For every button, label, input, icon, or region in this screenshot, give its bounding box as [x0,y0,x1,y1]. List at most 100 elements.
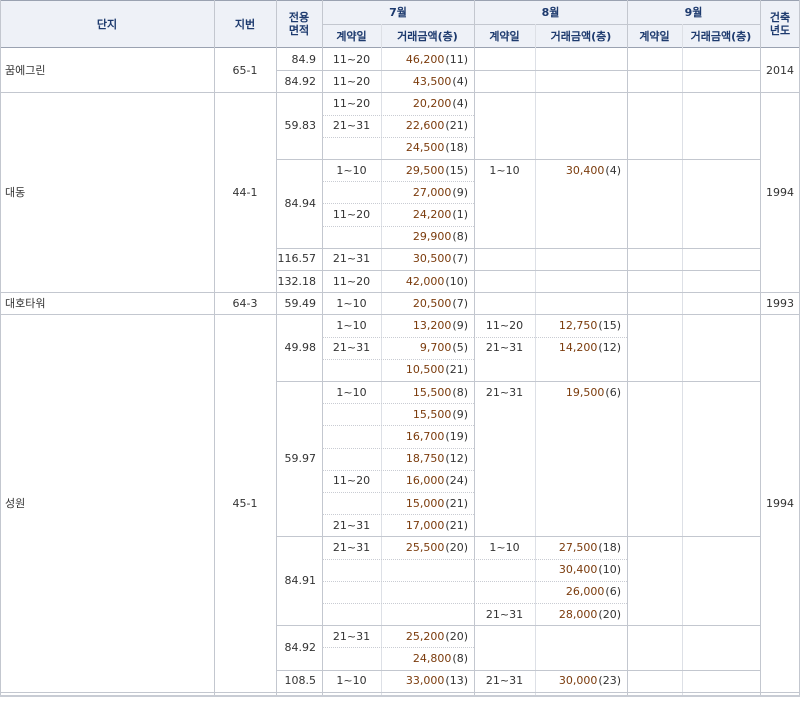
grid-line [276,669,760,671]
trade-amount: 27,000 [412,185,452,199]
trade-floor: (23) [598,674,621,688]
grid-line [276,536,760,538]
jul-price: 15,500 (9) [381,403,474,425]
trade-amount: 42,000 [405,274,445,288]
exclusive-area: 84.94 [284,196,317,210]
trade-amount: 24,800 [412,651,452,665]
trade-amount: 14,200 [558,341,598,355]
trade-floor: (9) [452,185,468,199]
jul-contract-date: 11~20 [332,274,371,288]
trade-floor: (10) [445,274,468,288]
trade-amount: 27,500 [558,540,598,554]
header-built: 건축 년도 [760,0,800,48]
header-aug-price: 거래금액(층) [535,24,627,48]
complex-built-year: 1994 [766,496,794,510]
jul-price: 27,000 (9) [381,181,474,203]
jul-contract-date: 1~10 [336,163,367,177]
complex-name: 대동 [5,185,26,199]
trade-floor: (24) [445,474,468,488]
trade-amount: 43,500 [412,74,452,88]
grid-line [0,292,800,294]
jul-price: 29,500 (15) [381,159,474,181]
table-bottom-border [0,695,800,697]
trade-floor: (4) [452,96,468,110]
jul-contract-date: 11~20 [332,52,371,66]
grid-line [760,0,761,695]
header-aug-contract: 계약일 [474,24,535,48]
grid-line [214,0,215,695]
jul-price: 17,000 (21) [381,514,474,536]
jul-contract-date: 21~31 [332,252,371,266]
jul-price: 16,700 (19) [381,425,474,447]
complex-built-year: 2014 [766,63,794,77]
exclusive-area: 59.97 [284,452,317,466]
trade-floor: (6) [605,585,621,599]
header-jul-price: 거래금액(층) [381,24,474,48]
complex-built-year: 1994 [766,185,794,199]
grid-line [322,447,474,449]
complex-name: 꿈에그린 [5,63,46,77]
trade-amount: 17,000 [405,518,445,532]
trade-amount: 30,400 [558,563,598,577]
aug-contract-date: 1~10 [489,163,520,177]
aug-contract-date: 1~10 [489,540,520,554]
trade-floor: (12) [598,341,621,355]
grid-line [276,270,760,271]
jul-price: 24,200 (1) [381,203,474,225]
trade-amount: 25,200 [405,629,445,643]
aug-price: 30,000 (23) [535,670,627,692]
aug-contract-date: 21~31 [485,674,524,688]
trade-amount: 16,700 [405,429,445,443]
complex-built-year: 1993 [766,296,794,310]
complex-lot: 44-1 [232,185,258,199]
jul-price: 42,000 (10) [381,270,474,292]
jul-contract-date: 11~20 [332,96,371,110]
trade-amount: 15,500 [412,407,452,421]
trade-amount: 20,500 [412,296,452,310]
grid-line [322,647,474,649]
exclusive-area: 59.49 [284,296,317,310]
grid-line [0,314,800,316]
header-august: 8월 [474,0,627,24]
grid-line [474,558,627,560]
grid-line [276,625,760,627]
complex-lot: 65-1 [232,63,258,77]
trade-amount: 30,500 [412,252,452,266]
complex-lot: 45-1 [232,496,258,510]
exclusive-area: 59.83 [284,119,317,133]
trade-amount: 46,200 [405,52,445,66]
grid-line [0,47,800,48]
grid-line [682,24,683,695]
jul-contract-date: 1~10 [336,318,367,332]
trade-floor: (21) [445,496,468,510]
jul-price: 46,200 (11) [381,48,474,70]
jul-price: 20,200 (4) [381,92,474,114]
trade-amount: 30,400 [565,163,605,177]
jul-price: 24,500 (18) [381,137,474,159]
grid-line [322,492,474,493]
aug-contract-date: 21~31 [485,341,524,355]
grid-line [474,580,627,582]
trade-floor: (18) [445,141,468,155]
jul-price: 24,800 (8) [381,647,474,669]
grid-line [474,0,475,695]
jul-contract-date: 1~10 [336,296,367,310]
aug-contract-date: 21~31 [485,607,524,621]
trade-amount: 30,000 [558,674,598,688]
exclusive-area: 116.57 [277,252,317,266]
grid-line [322,603,474,604]
trade-floor: (6) [605,385,621,399]
jul-price: 25,200 (20) [381,625,474,647]
grid-line [474,603,627,604]
aug-price: 26,000 (6) [535,581,627,603]
jul-price: 29,900 (8) [381,226,474,248]
grid-line [322,425,474,427]
trade-floor: (7) [452,252,468,266]
trade-amount: 15,000 [405,496,445,510]
trade-amount: 18,750 [405,452,445,466]
header-complex: 단지 [0,0,214,48]
grid-line [322,558,474,560]
trade-amount: 24,200 [412,207,452,221]
trade-amount: 26,000 [565,585,605,599]
aug-price: 12,750 (15) [535,314,627,336]
